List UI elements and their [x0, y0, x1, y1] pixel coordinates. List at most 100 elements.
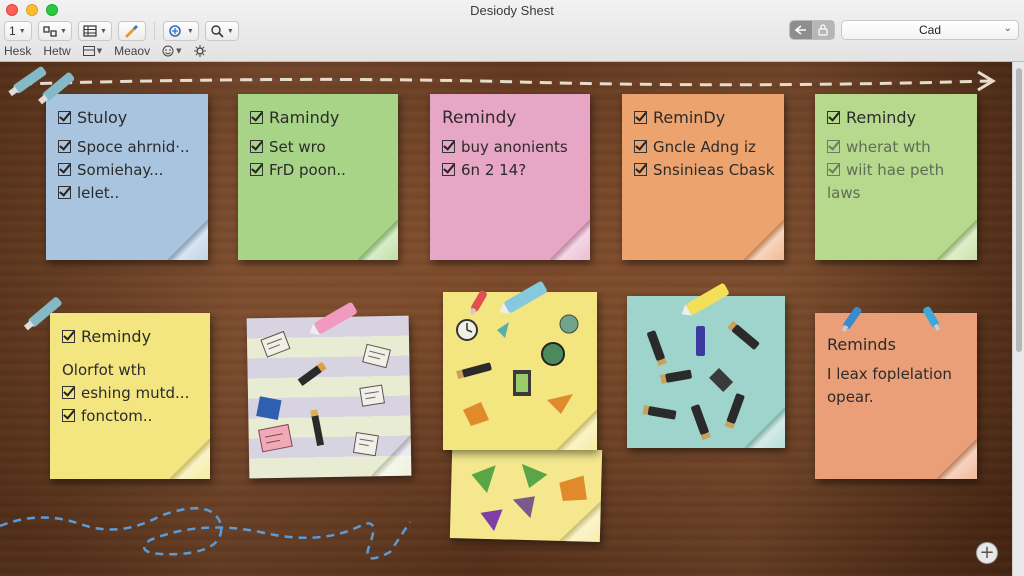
vertical-scrollbar[interactable]: [1012, 62, 1024, 576]
note-title: Reminds: [827, 335, 896, 354]
arrow-left-icon: [794, 25, 806, 35]
window-titlebar: Desiody Shest 1 ▼ ▼ ▼ ▼ ▼ Hesk Hetw ▼ Me…: [0, 0, 1024, 62]
checkbox-checked-icon[interactable]: [827, 163, 840, 176]
note-line-text: wiit hae peth: [846, 161, 945, 179]
share-dropdown[interactable]: ▼: [162, 21, 199, 41]
marker-pen-icon: [681, 283, 729, 316]
origami-illustration: [471, 463, 587, 532]
note-line-text: eshing mutd...: [81, 384, 190, 402]
pen-brush-icon: [124, 25, 138, 38]
note-line: I leax foplelation: [827, 365, 952, 383]
sticky-note-green[interactable]: Ramindy Set wro FrD poon..: [238, 94, 398, 260]
note-line-text: Somiehay...: [77, 161, 164, 179]
add-note-button[interactable]: +: [976, 542, 998, 564]
note-line-text: Spoce ahrnid·..: [77, 138, 190, 156]
note-title-text: Remindy: [846, 108, 917, 127]
checkbox-checked-icon[interactable]: [634, 163, 647, 176]
note-title: Remindy: [62, 327, 198, 347]
note-line: wherat wth: [827, 136, 965, 159]
note-line: laws: [827, 184, 861, 202]
emoji-dropdown[interactable]: ▼: [162, 45, 182, 57]
sticky-note-blue[interactable]: Stuloy Spoce ahrnid·.. Somiehay... lelet…: [46, 94, 208, 260]
sticky-note-yellow[interactable]: Remindy Olorfot wth eshing mutd... fonct…: [50, 313, 210, 479]
checkbox-checked-icon[interactable]: [634, 111, 647, 124]
note-line-text: lelet..: [77, 184, 120, 202]
note-line-text: Gncle Adng iz: [653, 138, 756, 156]
table-icon: [83, 25, 97, 37]
checkbox-checked-icon[interactable]: [58, 111, 71, 124]
note-line: FrD poon..: [250, 159, 386, 182]
back-button[interactable]: [790, 21, 812, 39]
note-line-text: fonctom..: [81, 407, 153, 425]
chevron-down-icon: ▼: [226, 27, 234, 35]
note-line: lelet..: [58, 182, 196, 205]
note-line-text: FrD poon..: [269, 161, 346, 179]
checkbox-checked-icon[interactable]: [442, 163, 455, 176]
chevron-down-icon: ▼: [18, 27, 26, 35]
checkbox-checked-icon[interactable]: [250, 163, 263, 176]
sticky-note-salmon[interactable]: Reminds I leax foplelation opear.: [815, 313, 977, 479]
note-title: Remindy: [827, 108, 965, 128]
checkbox-checked-icon[interactable]: [827, 140, 840, 153]
pushpin-icon: [923, 306, 941, 331]
scrollbar-thumb[interactable]: [1016, 68, 1022, 352]
checkbox-checked-icon[interactable]: [58, 140, 71, 153]
pushpin-icon: [8, 66, 75, 105]
checkbox-checked-icon[interactable]: [58, 186, 71, 199]
pen-tool-button[interactable]: [117, 21, 146, 41]
view-select-value: Cad: [918, 23, 941, 37]
checkbox-checked-icon[interactable]: [634, 140, 647, 153]
sticky-note-orange[interactable]: ReminDy Gncle Adng iz Snsinieas Cbask: [622, 94, 784, 260]
checkbox-checked-icon[interactable]: [250, 111, 263, 124]
checkbox-checked-icon[interactable]: [62, 409, 75, 422]
magnifier-icon: [211, 25, 224, 38]
marker-pen-icon: [309, 302, 357, 335]
note-line: fonctom..: [62, 405, 198, 428]
gear-icon: [193, 45, 206, 57]
arrange-dropdown[interactable]: ▼: [38, 21, 72, 41]
checkbox-checked-icon[interactable]: [250, 140, 263, 153]
note-title-text: Ramindy: [269, 108, 340, 127]
note-line: Olorfot wth: [62, 361, 147, 379]
checkbox-checked-icon[interactable]: [827, 111, 840, 124]
toolbar-label-meaov: Meaov: [114, 44, 151, 58]
note-line: Somiehay...: [58, 159, 196, 182]
font-size-dropdown[interactable]: 1 ▼: [4, 21, 32, 41]
zoom-dropdown[interactable]: ▼: [204, 21, 239, 41]
sticky-note-lime[interactable]: Remindy wherat wth wiit hae peth laws: [815, 94, 977, 260]
toolbar: 1 ▼ ▼ ▼ ▼ ▼: [4, 20, 239, 42]
note-title: Ramindy: [250, 108, 386, 128]
marker-pen-icon: [499, 281, 547, 314]
sticky-note-yellow-back[interactable]: [449, 446, 603, 542]
checkbox-checked-icon[interactable]: [58, 163, 71, 176]
lock-button[interactable]: [811, 21, 834, 39]
note-line: Set wro: [250, 136, 386, 159]
note-line-text: wherat wth: [846, 138, 931, 156]
navigation-segmented-control: [789, 20, 835, 40]
note-title-text: ReminDy: [653, 108, 726, 127]
note-line: Gncle Adng iz: [634, 136, 772, 159]
note-line: wiit hae peth: [827, 159, 965, 182]
checkbox-checked-icon[interactable]: [442, 140, 455, 153]
pushpin-icon: [23, 297, 62, 331]
settings-button[interactable]: [193, 45, 206, 57]
smiley-icon: [162, 45, 174, 57]
note-line-text: Set wro: [269, 138, 326, 156]
checkbox-checked-icon[interactable]: [62, 386, 75, 399]
chevron-down-icon: ▼: [186, 27, 194, 35]
table-dropdown[interactable]: ▼: [77, 21, 112, 41]
arrange-icon: [43, 26, 57, 37]
note-line: opear.: [827, 388, 874, 406]
layout-dropdown[interactable]: ▼: [82, 46, 103, 56]
pushpin-icon: [469, 290, 487, 315]
chevron-down-icon: ▼: [96, 47, 103, 55]
view-select[interactable]: Cad ⌄: [841, 20, 1019, 40]
lock-icon: [818, 24, 828, 36]
sticky-note-pink[interactable]: Remindy buy anonients 6n 2 14?: [430, 94, 590, 260]
chevron-down-icon: ▼: [176, 47, 182, 55]
plus-icon: +: [979, 542, 995, 563]
toolbar-label-hesk: Hesk: [4, 44, 32, 58]
note-title-text: Stuloy: [77, 108, 128, 127]
toolbar-separator: [153, 22, 155, 40]
chevron-down-icon: ▼: [60, 27, 67, 35]
